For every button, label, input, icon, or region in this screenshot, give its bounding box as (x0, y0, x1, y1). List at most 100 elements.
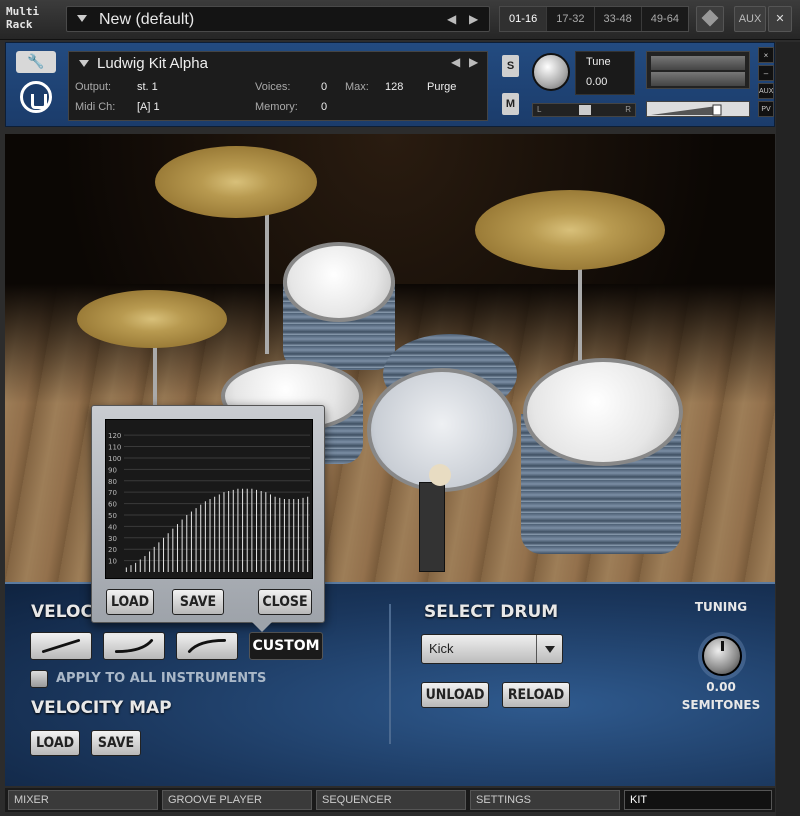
rack-page-tab-4[interactable]: 49-64 (642, 7, 688, 31)
instrument-info-panel: Ludwig Kit Alpha ◀ ▶ Output: st. 1 Voice… (68, 51, 488, 121)
next-instrument-arrow-icon[interactable]: ▶ (469, 54, 478, 70)
y-tick-label: 30 (108, 535, 117, 543)
y-tick-label: 60 (108, 501, 117, 509)
midi-channel-value[interactable]: [A] 1 (137, 99, 160, 115)
output-label: Output: (75, 81, 112, 93)
floor-tom[interactable] (523, 358, 683, 466)
drum-select-dropdown[interactable]: Kick (421, 634, 563, 664)
popup-load-button[interactable]: LOAD (106, 589, 154, 615)
level-meters (646, 51, 750, 89)
pan-right-label: R (625, 105, 631, 114)
rack-page-tabs: 01-16 17-32 33-48 49-64 (499, 6, 689, 32)
pan-left-label: L (537, 105, 542, 114)
crash-cymbal[interactable] (155, 146, 317, 218)
ride-cymbal[interactable] (475, 190, 665, 270)
y-tick-label: 10 (108, 558, 117, 566)
custom-curve-button[interactable]: CUSTOM (249, 632, 323, 660)
drum-select-value: Kick (429, 641, 454, 656)
tuning-unit: SEMITONES (681, 698, 761, 712)
rack-page-tab-1[interactable]: 01-16 (500, 7, 548, 31)
aux-button[interactable]: AUX (734, 6, 766, 32)
y-tick-label: 90 (108, 466, 117, 474)
rack-tom[interactable] (283, 242, 395, 322)
chevron-down-icon[interactable] (536, 635, 562, 663)
purge-menu[interactable]: Purge (427, 79, 456, 95)
preset-selector[interactable]: New (default) ◀ ▶ (66, 6, 490, 32)
tuning-knob[interactable] (702, 636, 742, 676)
instrument-logo-icon[interactable] (20, 81, 52, 113)
max-voices-value[interactable]: 128 (385, 79, 403, 95)
preset-name: New (default) (99, 11, 195, 28)
midi-channel-label: Midi Ch: (75, 101, 116, 113)
velocity-map-load-button[interactable]: LOAD (30, 730, 80, 756)
reload-button[interactable]: RELOAD (502, 682, 570, 708)
wrench-icon[interactable]: 🔧 (16, 51, 56, 73)
pv-mini-button[interactable]: PV (758, 101, 774, 117)
chevron-down-icon[interactable] (77, 15, 87, 22)
tab-kit[interactable]: KIT (624, 790, 772, 810)
rack-page-tab-2[interactable]: 17-32 (547, 7, 595, 31)
max-voices-label: Max: (345, 81, 369, 93)
velocity-curve-graph[interactable]: 120 110 100 90 80 70 60 50 40 30 20 10 (105, 419, 313, 579)
minimize-instrument-icon[interactable]: – (758, 65, 774, 81)
snapshot-icon[interactable] (696, 6, 724, 32)
memory-value: 0 (321, 101, 328, 113)
velocity-map-heading: VELOCITY MAP (31, 698, 172, 718)
volume-slider[interactable] (646, 101, 750, 117)
chevron-down-icon[interactable] (79, 60, 89, 67)
popup-close-button[interactable]: CLOSE (258, 589, 312, 615)
level-meter-left (651, 56, 745, 70)
linear-curve-button[interactable] (30, 632, 92, 660)
velocity-map-save-button[interactable]: SAVE (91, 730, 141, 756)
tune-value[interactable]: 0.00 (586, 74, 607, 90)
cymbal-stand (578, 254, 582, 374)
hard-curve-button[interactable] (176, 632, 238, 660)
close-instrument-icon[interactable]: × (758, 47, 774, 63)
beater (429, 464, 451, 486)
cymbal-stand (265, 194, 269, 354)
velocity-curve-svg[interactable]: 120 110 100 90 80 70 60 50 40 30 20 10 (106, 420, 314, 580)
mute-button[interactable]: M (502, 93, 519, 115)
select-drum-heading: SELECT DRUM (424, 602, 559, 622)
rack-page-tab-3[interactable]: 33-48 (595, 7, 642, 31)
tab-sequencer[interactable]: SEQUENCER (316, 790, 466, 810)
rack-scrollbar[interactable] (776, 42, 800, 816)
prev-preset-arrow-icon[interactable]: ◀ (447, 11, 456, 27)
aux-mini-button[interactable]: AUX (758, 83, 774, 99)
next-preset-arrow-icon[interactable]: ▶ (469, 11, 478, 27)
soft-curve-button[interactable] (103, 632, 165, 660)
y-tick-label: 20 (108, 546, 117, 554)
prev-instrument-arrow-icon[interactable]: ◀ (451, 54, 460, 70)
memory-label: Memory: (255, 101, 298, 113)
y-tick-label: 70 (108, 489, 117, 497)
tab-mixer[interactable]: MIXER (8, 790, 158, 810)
tab-groove-player[interactable]: GROOVE PLAYER (162, 790, 312, 810)
bottom-tab-bar: MIXER GROOVE PLAYER SEQUENCER SETTINGS K… (5, 788, 775, 812)
unload-button[interactable]: UNLOAD (421, 682, 489, 708)
tune-display: Tune 0.00 (575, 51, 635, 95)
tuning-heading: TUNING (694, 600, 748, 614)
tab-settings[interactable]: SETTINGS (470, 790, 620, 810)
output-value[interactable]: st. 1 (137, 79, 158, 95)
voices-label: Voices: (255, 81, 291, 93)
y-tick-label: 40 (108, 523, 117, 531)
panel-divider (389, 604, 391, 744)
multi-rack-label: Multi Rack (6, 5, 40, 31)
y-tick-label: 100 (108, 455, 121, 463)
y-tick-label: 80 (108, 478, 117, 486)
kick-pedal (419, 482, 445, 572)
popup-save-button[interactable]: SAVE (172, 589, 224, 615)
close-rack-icon[interactable]: ✕ (768, 6, 792, 32)
pan-handle[interactable] (579, 105, 591, 115)
tune-knob[interactable] (532, 53, 570, 91)
instrument-name: Ludwig Kit Alpha (97, 55, 208, 72)
rack-toolbar: Multi Rack New (default) ◀ ▶ 01-16 17-32… (0, 0, 800, 40)
y-tick-label: 110 (108, 444, 121, 452)
hihat-cymbal[interactable] (77, 290, 227, 348)
level-meter-right (651, 72, 745, 86)
pan-slider[interactable]: L R (532, 103, 636, 117)
velocity-curve-popup: 120 110 100 90 80 70 60 50 40 30 20 10 LOAD SAVE CL… (91, 405, 325, 632)
voices-value: 0 (321, 81, 328, 93)
solo-button[interactable]: S (502, 55, 519, 77)
apply-to-all-checkbox[interactable] (30, 670, 48, 688)
